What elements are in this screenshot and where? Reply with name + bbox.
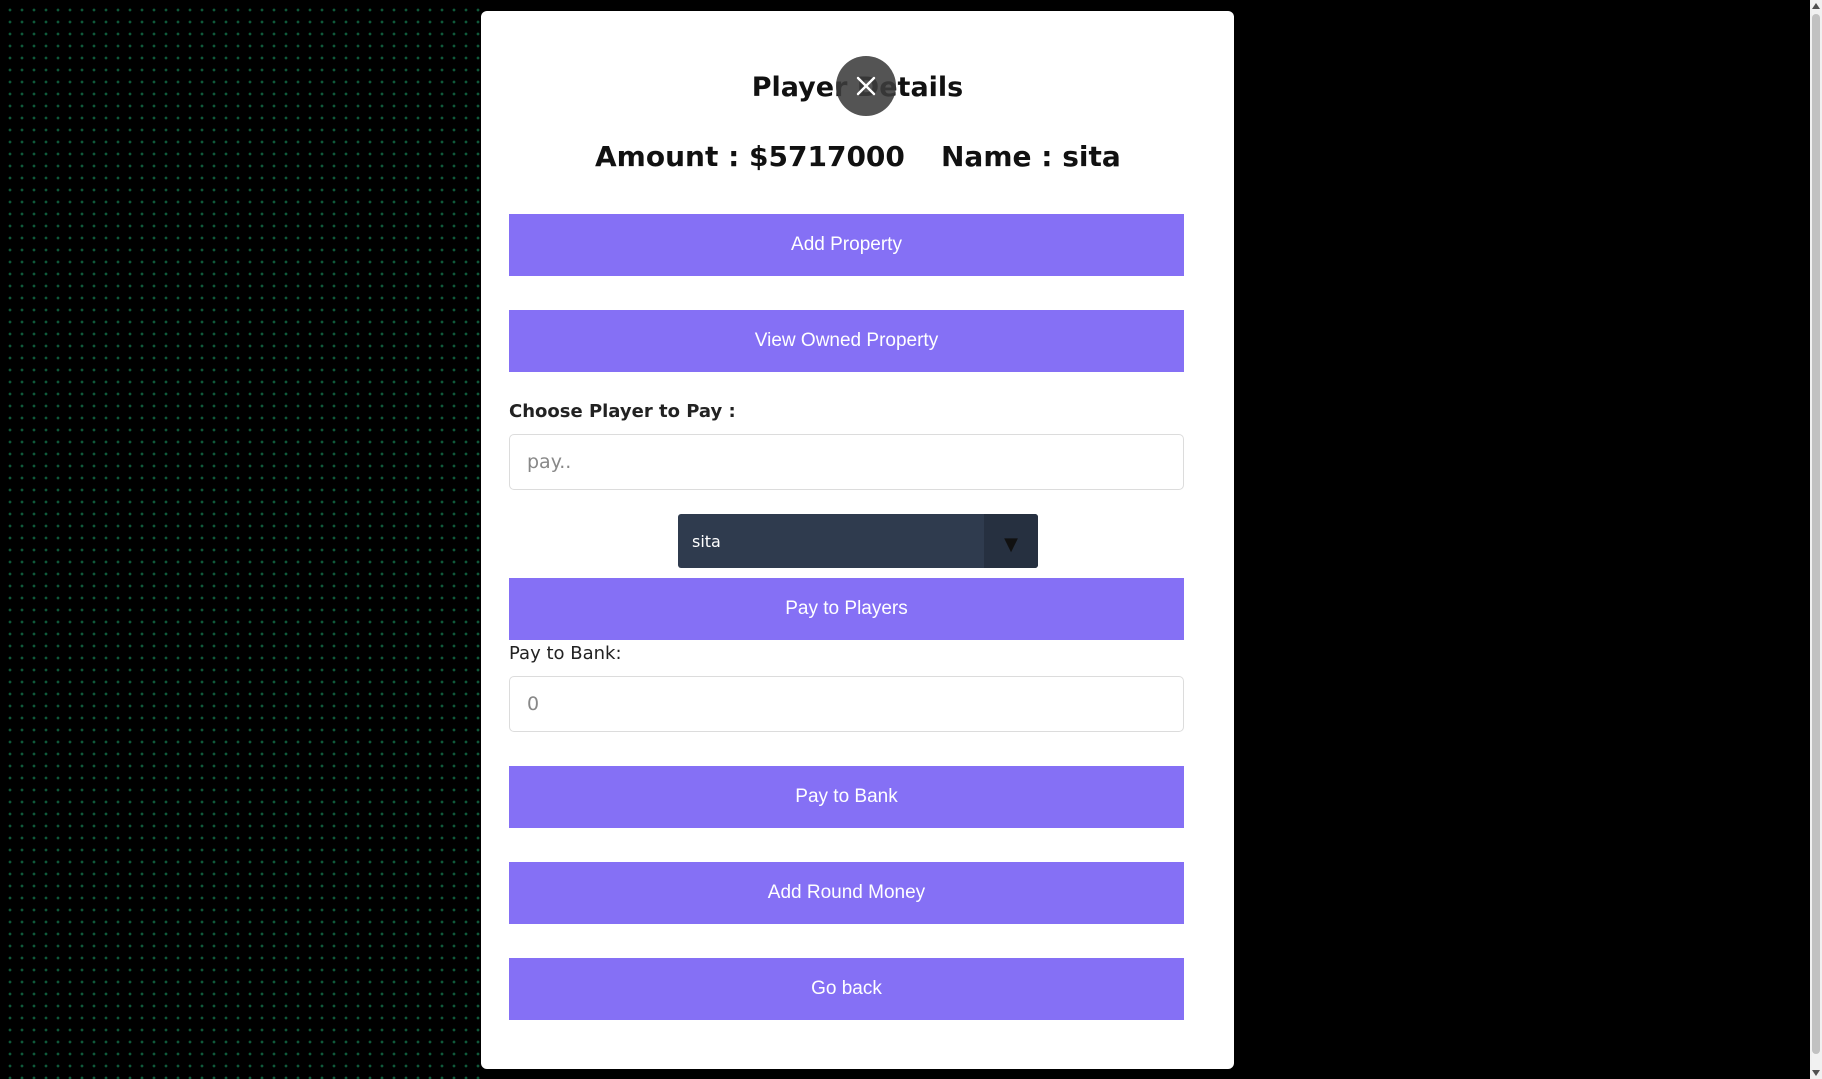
dropdown-arrow-icon[interactable]: ▼ [984,514,1038,568]
go-back-button[interactable]: Go back [509,958,1184,1020]
close-button[interactable] [836,56,896,116]
view-owned-property-button[interactable]: View Owned Property [509,310,1184,372]
choose-player-label: Choose Player to Pay : [509,401,736,422]
close-icon [856,76,876,96]
scroll-down-arrow-icon[interactable] [1812,1070,1820,1076]
add-property-button[interactable]: Add Property [509,214,1184,276]
scroll-up-arrow-icon[interactable] [1812,3,1820,9]
page-scrollbar[interactable] [1810,0,1822,1079]
pay-to-players-button[interactable]: Pay to Players [509,578,1184,640]
selected-player: sita [692,531,721,551]
scroll-thumb[interactable] [1812,14,1820,1054]
add-round-money-button[interactable]: Add Round Money [509,862,1184,924]
pay-to-bank-input[interactable]: 0 [509,676,1184,732]
pay-to-bank-label: Pay to Bank: [509,643,622,664]
pay-to-bank-value: 0 [527,693,540,715]
pay-player-placeholder: pay.. [527,451,572,473]
player-name: Name : sita [941,140,1121,173]
player-amount: Amount : $5717000 [595,140,905,173]
player-select-dropdown[interactable]: sita ▼ [678,514,1038,568]
pay-to-bank-button[interactable]: Pay to Bank [509,766,1184,828]
pay-player-input[interactable]: pay.. [509,434,1184,490]
